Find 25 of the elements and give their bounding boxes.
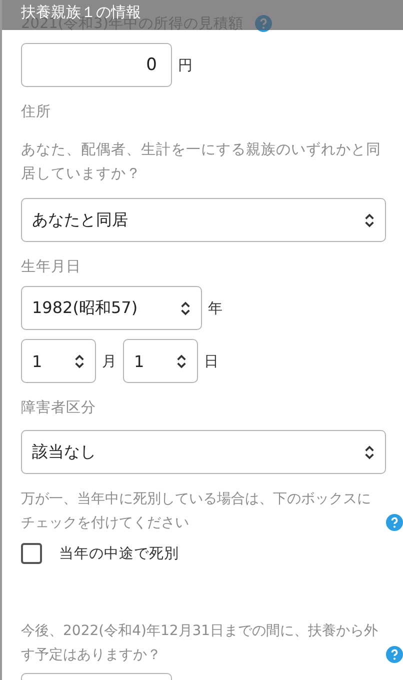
select-dropdown[interactable]: あなたと同居	[21, 198, 386, 242]
unit-label: 年	[208, 300, 223, 318]
checkbox[interactable]	[21, 543, 42, 564]
amount-input[interactable]: 0	[21, 43, 172, 87]
chevron-icon	[364, 212, 375, 228]
field-label: 住所	[21, 102, 51, 120]
year-select[interactable]: 1982(昭和57)	[21, 286, 202, 330]
checkbox-label: 当年の中途で死別	[59, 545, 179, 563]
field-label: 生年月日	[21, 258, 81, 276]
question-text: 万が一、当年中に死別している場合は、下のボックスにチェックを付けてください	[21, 490, 372, 533]
field-label: 障害者区分	[21, 398, 96, 416]
unit-label: 日	[204, 352, 219, 370]
chevron-icon	[74, 354, 85, 368]
select-dropdown[interactable]: 該当なし	[21, 430, 386, 474]
chevron-icon	[364, 444, 375, 460]
chevron-icon	[180, 300, 191, 316]
unit-label: 月	[102, 352, 117, 370]
day-select[interactable]: 1	[123, 339, 198, 383]
month-select[interactable]: 1	[21, 339, 96, 383]
unit-label: 円	[178, 56, 193, 74]
help-icon[interactable]	[386, 514, 403, 531]
question-text: あなた、配偶者、生計を一にする親族のいずれかと同居していますか？	[21, 140, 382, 184]
chevron-icon	[176, 354, 187, 368]
help-icon[interactable]	[386, 646, 403, 663]
question-text: 今後、2022(令和4)年12月31日までの間に、扶養から外す予定はありますか？	[21, 622, 380, 665]
